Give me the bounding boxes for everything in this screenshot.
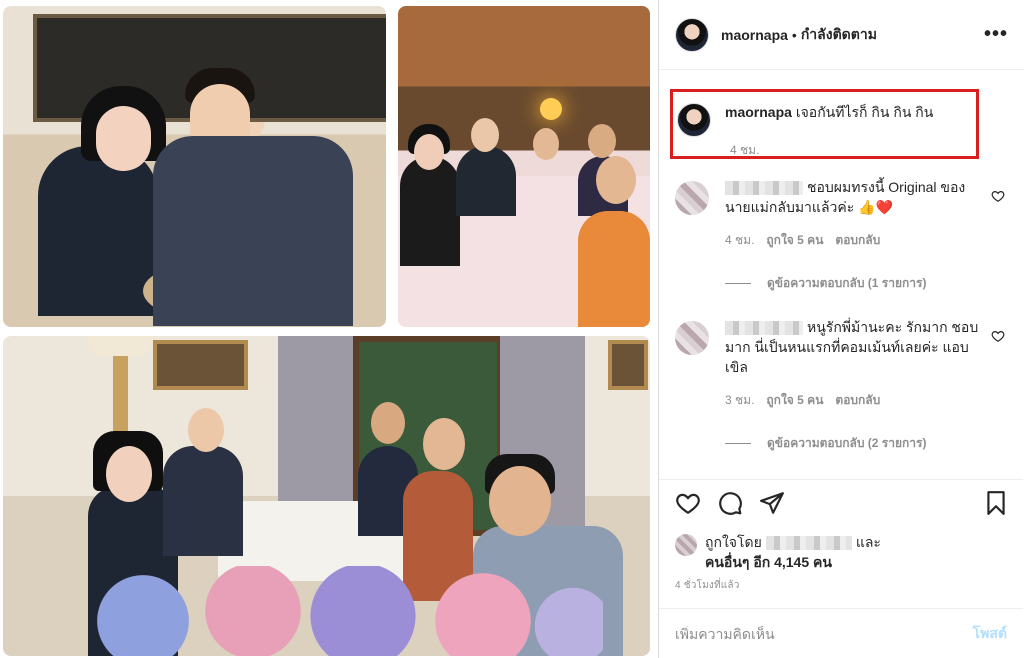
photo-painting <box>153 340 248 390</box>
post-header: maornapa • กำลังติดตาม ••• <box>659 0 1024 70</box>
caption-username[interactable]: maornapa <box>725 104 792 120</box>
blurred-username[interactable] <box>765 536 852 551</box>
caption: maornapa เจอกันทีไรก็ กิน กิน กิน <box>677 103 933 137</box>
photo-lamp <box>88 336 153 356</box>
photo-bowl <box>213 258 288 303</box>
photo-food-tray <box>143 261 283 321</box>
reply-button[interactable]: ตอบกลับ <box>835 391 880 410</box>
blurred-username[interactable] <box>725 181 803 196</box>
photo-group-window <box>3 336 650 656</box>
photo-lamp <box>540 98 562 120</box>
avatar[interactable] <box>675 181 709 215</box>
avatar[interactable] <box>675 321 709 355</box>
avatar[interactable] <box>675 17 709 52</box>
photo-face <box>371 402 405 444</box>
comment-timestamp: 3 ชม. <box>725 393 755 407</box>
separator-dot: • <box>791 26 797 43</box>
post-side-panel: maornapa • กำลังติดตาม ••• maornapa เจอก… <box>658 0 1024 658</box>
photo-face <box>190 84 250 159</box>
reply-button[interactable]: ตอบกลับ <box>835 231 880 250</box>
photo-face <box>423 418 465 470</box>
photo-collage <box>0 0 658 658</box>
likes-text: ถูกใจโดย และ คนอื่นๆ อีก 4,145 คน <box>705 532 881 572</box>
comment-likes[interactable]: ถูกใจ 5 คน <box>766 231 823 250</box>
comment-likes[interactable]: ถูกใจ 5 คน <box>766 391 823 410</box>
post-actions: ถูกใจโดย และ คนอื่นๆ อีก 4,145 คน 4 ชั่วโ… <box>659 479 1023 658</box>
view-replies-button[interactable]: ดูข้อความตอบกลับ (2 รายการ) <box>725 434 1005 453</box>
likes-summary: ถูกใจโดย และ คนอื่นๆ อีก 4,145 คน <box>675 532 881 572</box>
liked-by-label: ถูกใจโดย <box>705 534 762 550</box>
photo-face <box>533 128 559 160</box>
comment-text: หนูรักพี่ม้านะคะ รักมาก ชอบมาก นี่เป็นหน… <box>725 317 980 377</box>
photo-face <box>588 124 616 158</box>
heart-icon[interactable] <box>991 329 1005 343</box>
photo-face <box>414 134 444 170</box>
photo-hydrangea-flowers <box>83 566 603 656</box>
add-comment-bar: โพสต์ <box>659 608 1023 658</box>
divider <box>725 283 751 284</box>
follow-status-button[interactable]: กำลังติดตาม <box>801 24 877 46</box>
view-replies-button[interactable]: ดูข้อความตอบกลับ (1 รายการ) <box>725 274 1005 293</box>
avatar[interactable] <box>675 534 697 556</box>
comment-item: ชอบผมทรงนี้ Original ของนายแม่กลับมาแล้ว… <box>675 177 1005 293</box>
comment-text: ชอบผมทรงนี้ Original ของนายแม่กลับมาแล้ว… <box>725 177 980 217</box>
view-replies-label[interactable]: ดูข้อความตอบกลับ (2 รายการ) <box>767 434 926 453</box>
caption-timestamp: 4 ชม. <box>730 143 760 157</box>
photo-face <box>489 466 551 536</box>
likes-and: และ <box>855 534 881 550</box>
photo-face <box>471 118 499 152</box>
caption-body: เจอกันทีไรก็ กิน กิน กิน <box>795 104 934 120</box>
heart-icon[interactable] <box>675 490 701 516</box>
photo-group-table <box>398 6 650 327</box>
post-comment-button[interactable]: โพสต์ <box>973 623 1007 645</box>
photo-person <box>400 156 460 266</box>
comment-item: หนูรักพี่ม้านะคะ รักมาก ชอบมาก นี่เป็นหน… <box>675 317 1005 453</box>
photo-lamp-base <box>113 356 128 436</box>
heart-icon[interactable] <box>991 189 1005 203</box>
comment-timestamp: 4 ชม. <box>725 233 755 247</box>
photo-person <box>456 146 516 216</box>
photo-dinner-two <box>3 6 386 327</box>
bookmark-icon[interactable] <box>983 490 1009 516</box>
photo-face <box>596 156 636 204</box>
add-comment-input[interactable] <box>675 626 973 642</box>
photo-painting <box>608 340 648 390</box>
comment-meta: 4 ชม. ถูกใจ 5 คน ตอบกลับ <box>725 231 1005 250</box>
likes-others-link[interactable]: คนอื่นๆ อีก 4,145 คน <box>705 554 832 570</box>
more-icon[interactable]: ••• <box>984 23 1008 46</box>
post-username[interactable]: maornapa <box>721 27 788 43</box>
comment-meta: 3 ชม. ถูกใจ 5 คน ตอบกลับ <box>725 391 1005 410</box>
action-icons <box>675 490 785 516</box>
avatar[interactable] <box>677 103 711 137</box>
share-icon[interactable] <box>759 490 785 516</box>
caption-text: maornapa เจอกันทีไรก็ กิน กิน กิน <box>725 103 933 121</box>
photo-face <box>188 408 224 452</box>
photo-person <box>578 211 650 327</box>
bookmark-button[interactable] <box>983 490 1009 521</box>
photo-face <box>96 106 151 171</box>
posted-timestamp[interactable]: 4 ชั่วโมงที่แล้ว <box>675 578 740 593</box>
divider <box>725 443 751 444</box>
photo-person <box>38 146 158 316</box>
comments-section[interactable]: maornapa เจอกันทีไรก็ กิน กิน กิน 4 ชม. … <box>659 71 1023 479</box>
view-replies-label[interactable]: ดูข้อความตอบกลับ (1 รายการ) <box>767 274 926 293</box>
comment-icon[interactable] <box>717 490 743 516</box>
blurred-username[interactable] <box>725 321 803 336</box>
photo-face <box>106 446 152 502</box>
photo-person <box>163 446 243 556</box>
